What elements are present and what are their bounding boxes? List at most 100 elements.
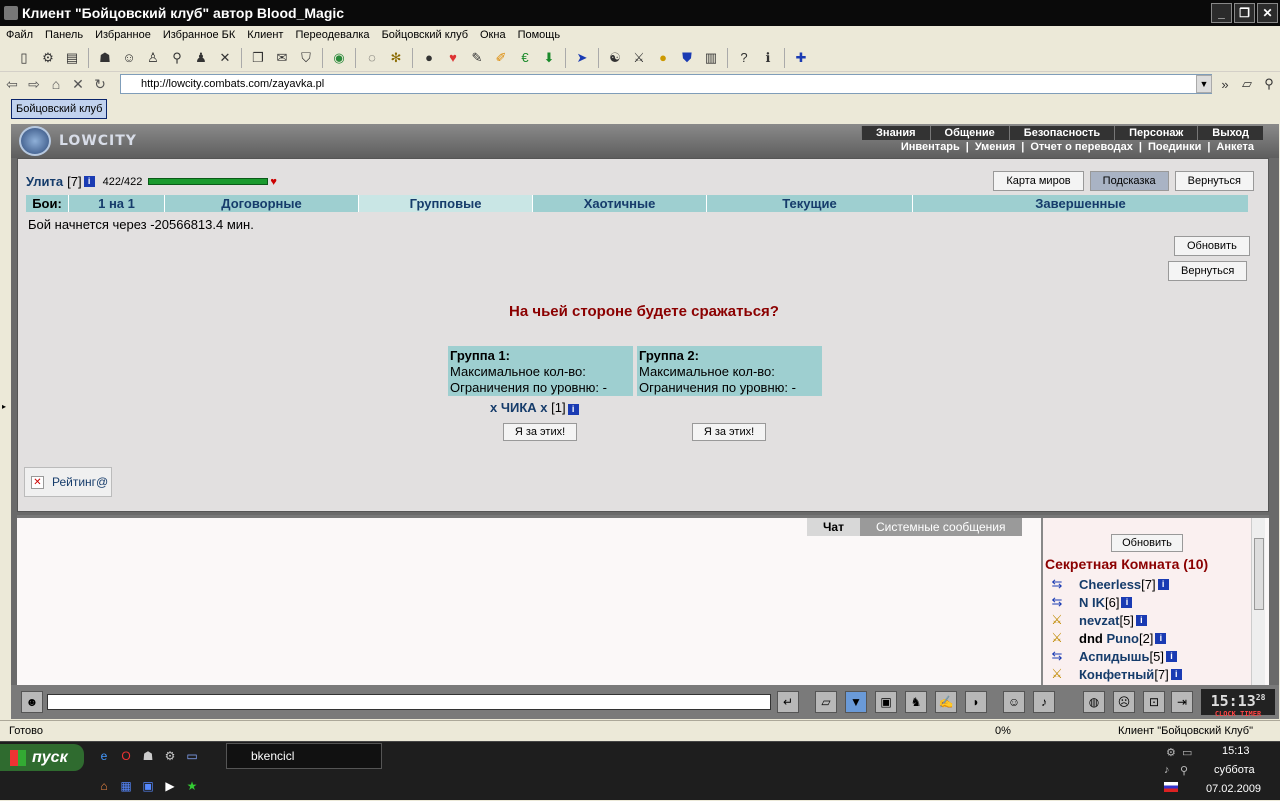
eraser-icon[interactable]: ▱	[815, 691, 837, 713]
lock-icon[interactable]: ⊡	[1143, 691, 1165, 713]
url-dropdown-icon[interactable]: ▼	[1196, 75, 1212, 93]
copy-icon[interactable]: ❐	[250, 50, 266, 66]
go-arrows-icon[interactable]: »	[1216, 75, 1234, 93]
house-icon[interactable]: ⌂	[96, 778, 112, 794]
network-icon[interactable]: ⚙	[1166, 746, 1180, 759]
media-icon[interactable]: ▶	[162, 778, 178, 794]
settings-icon[interactable]: ⚙	[162, 748, 178, 764]
subnav-transfers[interactable]: Отчет о переводах	[1027, 140, 1136, 153]
reload-icon[interactable]: ↻	[90, 74, 110, 94]
join-group-2-button[interactable]: Я за этих!	[692, 423, 766, 441]
back-arrow-icon[interactable]: ⇦	[2, 74, 22, 94]
info-icon[interactable]: i	[83, 176, 95, 187]
tab-chat[interactable]: Чат	[807, 518, 860, 536]
ie-icon[interactable]: e	[96, 748, 112, 764]
bomb-icon[interactable]: ●	[421, 50, 437, 66]
floppy-icon[interactable]: ▣	[140, 778, 156, 794]
tab-arranged[interactable]: Договорные	[164, 195, 358, 212]
star-icon[interactable]: ★	[184, 778, 200, 794]
speaker-icon[interactable]: ♪	[1033, 691, 1055, 713]
mail-icon[interactable]: ✉	[274, 50, 290, 66]
subnav-skills[interactable]: Умения	[972, 140, 1018, 153]
subnav-duels[interactable]: Поединки	[1145, 140, 1204, 153]
maximize-button[interactable]: ❐	[1234, 3, 1255, 23]
cursor-icon[interactable]: ➤	[574, 50, 590, 66]
globe-icon[interactable]: ◉	[331, 50, 347, 66]
subnav-inventory[interactable]: Инвентарь	[898, 140, 963, 153]
yinyang-icon[interactable]: ☯	[607, 50, 623, 66]
subnav-profile[interactable]: Анкета	[1213, 140, 1257, 153]
join-group-1-button[interactable]: Я за этих!	[503, 423, 577, 441]
home-icon[interactable]: ⌂	[46, 74, 66, 94]
smile-icon[interactable]: ☻	[21, 691, 43, 713]
rating-widget[interactable]: ✕ Рейтинг@	[24, 467, 112, 497]
tab-1v1[interactable]: 1 на 1	[68, 195, 164, 212]
desktop-icon[interactable]: ▭	[184, 748, 200, 764]
usb-icon[interactable]: ⚲	[1180, 764, 1194, 777]
medal-icon[interactable]: ●	[655, 50, 671, 66]
pencil-icon[interactable]: ✐	[493, 50, 509, 66]
refresh-button[interactable]: Обновить	[1174, 236, 1250, 256]
taskbar-task[interactable]: bkencicl	[226, 743, 382, 769]
chat-input[interactable]	[47, 694, 771, 710]
menu-client[interactable]: Клиент	[241, 29, 289, 41]
nav-character[interactable]: Персонаж	[1114, 126, 1197, 140]
scroll-thumb[interactable]	[1254, 538, 1264, 610]
pen-icon[interactable]: ✍	[935, 691, 957, 713]
fighter-icon[interactable]: ♞	[905, 691, 927, 713]
tab-chaotic[interactable]: Хаотичные	[532, 195, 706, 212]
info-icon[interactable]: i	[1135, 614, 1147, 626]
guard-icon[interactable]: ⛊	[679, 50, 695, 66]
nav-communication[interactable]: Общение	[929, 126, 1009, 140]
smiley-icon[interactable]: ☺	[1003, 691, 1025, 713]
volume-icon[interactable]: ♪	[1164, 764, 1178, 776]
forward-arrow-icon[interactable]: ⇨	[24, 74, 44, 94]
info-icon[interactable]: i	[1170, 668, 1182, 680]
close-button[interactable]: ✕	[1257, 3, 1278, 23]
world-map-button[interactable]: Карта миров	[993, 171, 1084, 191]
user-name[interactable]: Конфетный	[1079, 667, 1154, 682]
back-button-2[interactable]: Вернуться	[1168, 261, 1248, 281]
user-name[interactable]: Cheerless	[1079, 577, 1141, 592]
chat-area[interactable]: Чат Системные сообщения Обновить Секретн…	[17, 515, 1269, 688]
print-icon[interactable]: ▤	[64, 50, 80, 66]
hierarchy-icon[interactable]: ⚲	[169, 50, 185, 66]
exit-icon[interactable]: ⇥	[1171, 691, 1193, 713]
url-field[interactable]: http://lowcity.combats.com/zayavka.pl	[120, 74, 1212, 94]
save-icon[interactable]: ▣	[875, 691, 897, 713]
info-icon[interactable]: i	[1157, 578, 1169, 590]
language-flag-icon[interactable]	[1164, 782, 1178, 792]
user-name[interactable]: nevzat	[1079, 613, 1119, 628]
user-search-icon[interactable]: ♟	[193, 50, 209, 66]
tab-fight-club[interactable]: Бойцовский клуб	[11, 99, 108, 119]
tab-finished[interactable]: Завершенные	[912, 195, 1248, 212]
info-icon[interactable]: ℹ	[760, 50, 776, 66]
menu-dressing[interactable]: Переодевалка	[289, 29, 375, 41]
info-icon[interactable]: i	[1121, 596, 1133, 608]
side-collapse-icon[interactable]: ▸	[2, 402, 6, 411]
crossed-swords-icon[interactable]: ⚔	[631, 50, 647, 66]
menu-help[interactable]: Помощь	[512, 29, 567, 41]
menu-windows[interactable]: Окна	[474, 29, 512, 41]
menu-file[interactable]: Файл	[0, 29, 39, 41]
minimize-button[interactable]: _	[1211, 3, 1232, 23]
app-icon[interactable]: ▦	[118, 778, 134, 794]
opera-icon[interactable]: O	[118, 748, 134, 764]
swords-icon[interactable]: ✕	[217, 50, 233, 66]
menu-fight-club[interactable]: Бойцовский клуб	[376, 29, 474, 41]
client-icon[interactable]: ☗	[140, 748, 156, 764]
start-button[interactable]: пуск	[0, 744, 84, 771]
bug-icon[interactable]: ✻	[388, 50, 404, 66]
hint-button[interactable]: Подсказка	[1089, 171, 1169, 191]
ring-icon[interactable]: ◌	[364, 50, 380, 66]
user-icon[interactable]: ☺	[121, 50, 137, 66]
info-icon[interactable]: i	[1165, 650, 1177, 662]
gear-icon[interactable]: ⚙	[40, 50, 56, 66]
menu-favorites-bk[interactable]: Избранное БК	[157, 29, 241, 41]
online-scrollbar[interactable]	[1251, 518, 1265, 688]
tab-system-messages[interactable]: Системные сообщения	[859, 518, 1022, 536]
menu-panel[interactable]: Панель	[39, 29, 89, 41]
file-icon[interactable]: ▯	[16, 50, 32, 66]
info-icon[interactable]: i	[1155, 632, 1167, 644]
ear-icon[interactable]: ◗	[965, 691, 987, 713]
